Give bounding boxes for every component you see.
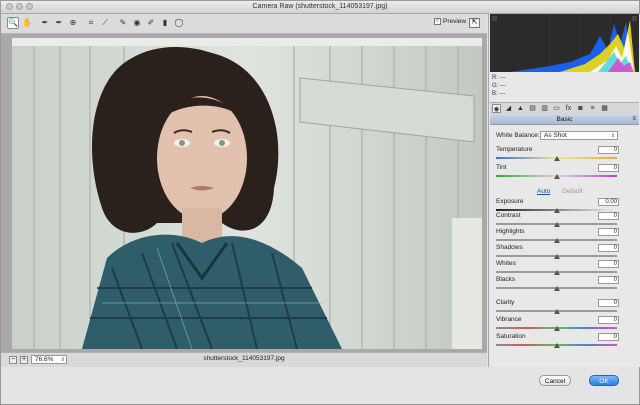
clarity-value-field[interactable]: 0	[598, 299, 619, 307]
panel-menu-icon[interactable]: ≡	[632, 115, 636, 124]
highlights-label: Highlights	[496, 228, 525, 235]
highlights-slider-thumb[interactable]	[553, 238, 560, 243]
highlights-value-field[interactable]: 0	[598, 228, 619, 236]
blacks-value-field[interactable]: 0	[598, 276, 619, 284]
graduated-filter-tool-icon[interactable]: ▮	[159, 17, 171, 29]
cancel-button[interactable]: Cancel	[539, 375, 571, 386]
tint-label: Tint	[496, 164, 507, 171]
white-balance-select[interactable]: As Shot ⇕	[540, 131, 618, 140]
status-bar: − + 76.6% ⇕ shutterstock_114053197.jpg	[1, 352, 487, 367]
color-sampler-tool-icon[interactable]: ✒	[53, 17, 65, 29]
radial-filter-tool-icon[interactable]: ◯	[173, 17, 185, 29]
saturation-slider-thumb[interactable]	[553, 343, 560, 348]
chevron-updown-icon: ⇕	[610, 133, 615, 139]
minimize-window-icon[interactable]	[16, 3, 23, 10]
clarity-label: Clarity	[496, 299, 515, 306]
basic-section-header: Basic ≡	[490, 115, 639, 125]
white-balance-value: As Shot	[544, 132, 567, 139]
blacks-slider-thumb[interactable]	[553, 286, 560, 291]
vibrance-label: Vibrance	[496, 316, 522, 323]
fullscreen-icon[interactable]: ⇱	[469, 18, 480, 28]
window-title: Camera Raw (shutterstock_114053197.jpg)	[252, 3, 388, 10]
shadows-slider-thumb[interactable]	[553, 254, 560, 259]
crop-tool-icon[interactable]: ⌗	[85, 17, 97, 29]
exposure-slider-thumb[interactable]	[553, 208, 560, 213]
histogram	[490, 14, 639, 72]
clarity-slider-thumb[interactable]	[553, 309, 560, 314]
saturation-value-field[interactable]: 0	[598, 333, 619, 341]
portrait-image	[12, 38, 482, 349]
adjustments-panel: R: --- G: --- B: --- ◉ ◢ ▲ ▤ ▥ ▭ fx ◙ ≡ …	[488, 14, 640, 367]
rgb-readout: R: --- G: --- B: ---	[492, 74, 506, 98]
file-name: shutterstock_114053197.jpg	[203, 355, 285, 362]
white-balance-label: White Balance:	[496, 132, 540, 139]
blue-readout: B: ---	[492, 91, 506, 97]
hand-tool-icon[interactable]: ✋	[21, 17, 33, 29]
tint-slider-thumb[interactable]	[553, 174, 560, 179]
preview-toggle[interactable]: ✓ Preview	[434, 18, 466, 25]
temperature-slider-thumb[interactable]	[553, 156, 560, 161]
tint-value-field[interactable]: 0	[598, 164, 619, 172]
photo-preview[interactable]	[12, 38, 482, 349]
panel-tabs: ◉ ◢ ▲ ▤ ▥ ▭ fx ◙ ≡ ▦	[490, 102, 639, 116]
vibrance-value-field[interactable]: 0	[598, 316, 619, 324]
ok-button[interactable]: OK	[589, 375, 619, 386]
blacks-label: Blacks	[496, 276, 516, 283]
whites-slider-thumb[interactable]	[553, 270, 560, 275]
effects-tab-icon[interactable]: fx	[564, 104, 573, 113]
snapshots-tab-icon[interactable]: ▦	[600, 104, 609, 113]
contrast-value-field[interactable]: 0	[598, 212, 619, 220]
red-readout: R: ---	[492, 75, 506, 81]
zoom-window-icon[interactable]	[26, 3, 33, 10]
preview-label: Preview	[443, 18, 467, 25]
contrast-label: Contrast	[496, 212, 521, 219]
exposure-label: Exposure	[496, 198, 524, 205]
temperature-label: Temperature	[496, 146, 533, 153]
shadows-value-field[interactable]: 0	[598, 244, 619, 252]
preview-checkbox[interactable]: ✓	[434, 18, 441, 25]
straighten-tool-icon[interactable]: ⟋	[99, 17, 111, 29]
detail-tab-icon[interactable]: ▲	[516, 104, 525, 113]
camera-calibration-tab-icon[interactable]: ◙	[576, 104, 585, 113]
vibrance-slider-thumb[interactable]	[553, 326, 560, 331]
spot-removal-tool-icon[interactable]: ✎	[117, 17, 129, 29]
basic-tab-icon[interactable]: ◉	[492, 104, 501, 113]
presets-tab-icon[interactable]: ≡	[588, 104, 597, 113]
hsl-tab-icon[interactable]: ▤	[528, 104, 537, 113]
lens-corrections-tab-icon[interactable]: ▭	[552, 104, 561, 113]
zoom-tool-icon[interactable]: 🔍	[7, 17, 19, 29]
temperature-value-field[interactable]: 0	[598, 146, 619, 154]
red-eye-tool-icon[interactable]: ◉	[131, 17, 143, 29]
adjustment-brush-tool-icon[interactable]: ✐	[145, 17, 157, 29]
auto-link[interactable]: Auto	[537, 188, 550, 195]
title-bar: Camera Raw (shutterstock_114053197.jpg)	[1, 1, 639, 14]
whites-value-field[interactable]: 0	[598, 260, 619, 268]
preview-canvas	[1, 34, 487, 352]
saturation-label: Saturation	[496, 333, 526, 340]
default-link[interactable]: Default	[562, 188, 583, 195]
shadows-label: Shadows	[496, 244, 523, 251]
split-toning-tab-icon[interactable]: ▥	[540, 104, 549, 113]
contrast-slider-thumb[interactable]	[553, 222, 560, 227]
tone-curve-tab-icon[interactable]: ◢	[504, 104, 513, 113]
tool-bar: 🔍 ✋ ✒ ✒ ⊕ ⌗ ⟋ ✎ ◉ ✐ ▮ ◯ ✓ Preview ⇱	[1, 14, 487, 34]
green-readout: G: ---	[492, 83, 506, 89]
whites-label: Whites	[496, 260, 516, 267]
camera-raw-window: Camera Raw (shutterstock_114053197.jpg) …	[0, 0, 640, 405]
white-balance-tool-icon[interactable]: ✒	[39, 17, 51, 29]
close-window-icon[interactable]	[6, 3, 13, 10]
targeted-adjustment-tool-icon[interactable]: ⊕	[67, 17, 79, 29]
exposure-value-field[interactable]: 0.00	[598, 198, 619, 206]
basic-section-title: Basic	[556, 116, 573, 123]
